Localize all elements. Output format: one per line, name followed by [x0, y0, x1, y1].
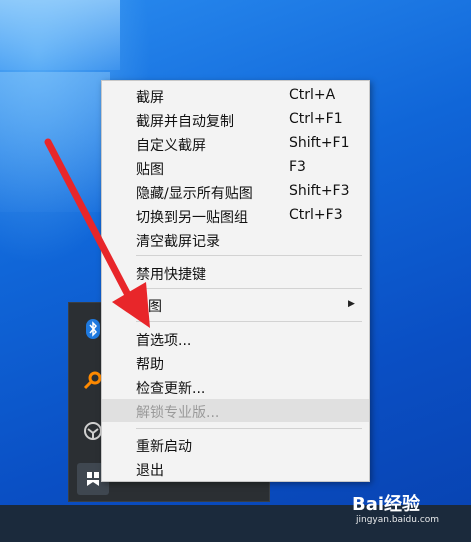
menu-item-restart[interactable]: 重新启动: [102, 433, 369, 456]
menu-item-shortcut: F3: [289, 159, 306, 175]
menu-item-label: 图: [148, 299, 162, 315]
submenu-arrow-icon: ▶: [348, 299, 355, 309]
menu-item-label: 隐藏/显示所有贴图: [136, 186, 253, 202]
menu-item-custom-screenshot[interactable]: 自定义截屏 Shift+F1: [102, 132, 369, 155]
menu-item-label: 帮助: [136, 357, 164, 373]
menu-item-label: 解锁专业版...: [136, 405, 220, 421]
menu-item-label: 贴图: [136, 162, 164, 178]
watermark-logo: Bai经验: [352, 494, 421, 515]
menu-item-clear-history[interactable]: 清空截屏记录: [102, 228, 369, 251]
watermark-url: jingyan.baidu.com: [356, 515, 440, 525]
menu-item-label: 首选项...: [136, 333, 192, 349]
wallpaper-light-panel: [0, 72, 110, 212]
menu-item-shortcut: Ctrl+F3: [289, 207, 343, 223]
menu-separator: [136, 428, 362, 429]
menu-item-label: 自定义截屏: [136, 138, 206, 154]
menu-item-help[interactable]: 帮助: [102, 351, 369, 374]
menu-item-label: 切换到另一贴图组: [136, 210, 248, 226]
menu-item-preferences[interactable]: 首选项...: [102, 327, 369, 350]
baidu-jingyan-watermark: Bai经验 jingyan.baidu.com: [352, 490, 467, 538]
menu-separator: [136, 255, 362, 256]
menu-item-disable-hotkeys[interactable]: 禁用快捷键: [102, 261, 369, 284]
menu-item-shortcut: Ctrl+A: [289, 87, 336, 103]
menu-separator: [136, 288, 362, 289]
menu-item-shortcut: Shift+F3: [289, 183, 350, 199]
menu-item-unlock-pro: 解锁专业版...: [102, 399, 369, 422]
wallpaper-light-panel: [0, 0, 120, 70]
menu-item-label: 检查更新...: [136, 381, 206, 397]
menu-item-exit[interactable]: 退出: [102, 457, 369, 480]
menu-item-label: 截屏并自动复制: [136, 114, 234, 130]
menu-item-label: 截屏: [136, 90, 164, 106]
menu-item-shortcut: Shift+F1: [289, 135, 350, 151]
menu-item-submenu[interactable]: 图 ▶: [102, 293, 369, 316]
menu-separator: [136, 321, 362, 322]
menu-item-shortcut: Ctrl+F1: [289, 111, 343, 127]
menu-item-label: 退出: [136, 463, 164, 479]
menu-item-screenshot-copy[interactable]: 截屏并自动复制 Ctrl+F1: [102, 108, 369, 131]
menu-item-paste-image[interactable]: 贴图 F3: [102, 156, 369, 179]
menu-item-toggle-pastes[interactable]: 隐藏/显示所有贴图 Shift+F3: [102, 180, 369, 203]
menu-item-switch-group[interactable]: 切换到另一贴图组 Ctrl+F3: [102, 204, 369, 227]
context-menu: 截屏 Ctrl+A 截屏并自动复制 Ctrl+F1 自定义截屏 Shift+F1…: [101, 80, 370, 482]
menu-item-screenshot[interactable]: 截屏 Ctrl+A: [102, 84, 369, 107]
menu-item-label: 禁用快捷键: [136, 267, 206, 283]
menu-item-check-updates[interactable]: 检查更新...: [102, 375, 369, 398]
menu-item-label: 清空截屏记录: [136, 234, 220, 250]
menu-item-label: 重新启动: [136, 439, 192, 455]
